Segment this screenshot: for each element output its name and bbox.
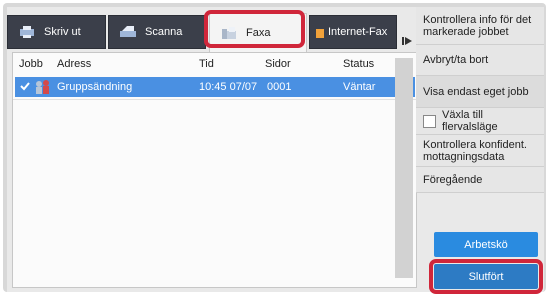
col-address: Adress (57, 58, 92, 70)
tab-print[interactable]: Skriv ut (7, 15, 106, 49)
printer-icon (18, 25, 36, 39)
tab-scan-label: Scanna (145, 26, 183, 38)
check-job-info-button[interactable]: Kontrollera info för det markerade jobbe… (416, 7, 544, 45)
check-confidential-button[interactable]: Kontrollera konfident. mottagningsdata (416, 135, 544, 167)
col-pages: Sidor (265, 58, 291, 70)
col-job: Jobb (19, 58, 43, 70)
completed-button[interactable]: Slutfört (434, 264, 538, 289)
multi-select-checkbox[interactable] (423, 114, 436, 128)
row-time: 10:45 07/07 (199, 81, 258, 93)
multi-select-label: Växla till flervalsläge (442, 109, 498, 133)
job-list-header: Jobb Adress Tid Sidor Status (13, 53, 416, 75)
check-confidential-label: Kontrollera konfident. mottagningsdata (423, 138, 527, 163)
cancel-delete-button[interactable]: Avbryt/ta bort (416, 45, 544, 76)
previous-button[interactable]: Föregående (416, 167, 544, 193)
col-status: Status (343, 58, 375, 70)
cancel-delete-label: Avbryt/ta bort (423, 54, 489, 66)
checkmark-icon (19, 80, 31, 95)
job-queue-button[interactable]: Arbetskö (434, 232, 538, 257)
previous-label: Föregående (423, 173, 483, 186)
col-time: Tid (199, 58, 214, 70)
multi-select-toggle[interactable]: Växla till flervalsläge (416, 108, 544, 135)
tab-internet-fax[interactable]: Internet-Fax (309, 15, 397, 49)
table-row[interactable]: Gruppsändning 10:45 07/07 0001 Väntar (15, 77, 415, 97)
check-job-info-label: Kontrollera info för det markerade jobbe… (423, 13, 532, 38)
fax-icon (220, 26, 238, 40)
internet-fax-icon (315, 25, 325, 39)
tab-internet-fax-label: Internet-Fax (328, 26, 388, 38)
tab-fax[interactable]: Faxa (209, 13, 307, 53)
show-own-job-label: Visa endast eget jobb (423, 85, 529, 98)
tab-fax-label: Faxa (246, 27, 271, 39)
row-status: Väntar (343, 81, 376, 93)
tab-scan[interactable]: Scanna (108, 15, 206, 49)
tab-print-label: Skriv ut (44, 26, 81, 38)
show-own-job-button[interactable]: Visa endast eget jobb (416, 76, 544, 108)
row-address: Gruppsändning (57, 81, 133, 93)
completed-label: Slutfört (468, 270, 504, 283)
job-list: Jobb Adress Tid Sidor Status Gruppsändni… (12, 52, 417, 288)
scrollbar[interactable] (395, 58, 413, 278)
job-queue-label: Arbetskö (464, 238, 508, 251)
row-pages: 0001 (267, 81, 292, 93)
mode-tabs: Skriv ut Scanna Faxa Internet-Fax (7, 7, 417, 53)
row-divider (13, 99, 416, 100)
scanner-icon (119, 25, 137, 39)
group-send-icon (33, 79, 53, 98)
